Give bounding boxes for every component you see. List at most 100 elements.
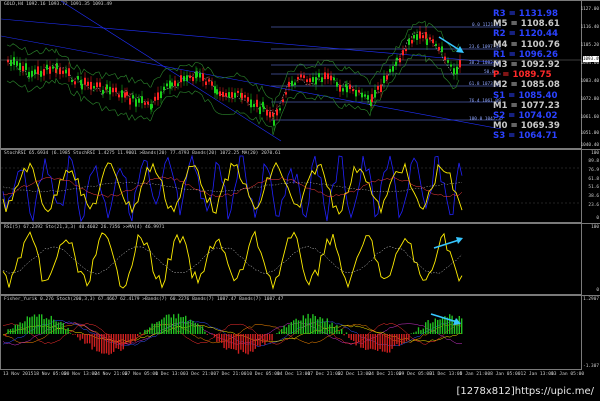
fisher-histogram-bar (389, 334, 391, 353)
stoch-tick: 38.6 (588, 194, 599, 199)
fisher-histogram-bar (326, 318, 328, 334)
fisher-histogram-bar (345, 332, 348, 334)
candle-body (429, 37, 431, 40)
candle-body (196, 72, 198, 77)
fisher-histogram-bar (336, 325, 338, 334)
candle-body (166, 83, 168, 87)
trend-line (60, 1, 282, 142)
stoch-rsi-ma-line (2, 181, 462, 193)
stoch-rsi-pane[interactable]: StochRSI 65.6934 (6.1985 StochRSI 1.4275… (0, 149, 582, 223)
fisher-histogram-bar (341, 328, 343, 334)
fisher-histogram-bar (333, 327, 336, 334)
candle-body (358, 90, 360, 93)
candle-body (157, 92, 159, 100)
pivot-level-label: R1 = 1096.26 (493, 49, 558, 60)
fisher-band-line (2, 321, 463, 346)
fisher-histogram-bar (67, 327, 69, 334)
fisher-histogram-bar (177, 313, 180, 334)
candle-body (253, 103, 255, 107)
candle-body (211, 81, 213, 86)
fisher-scale: 1.2907 -1.307 (582, 295, 600, 370)
candle-body (16, 61, 18, 66)
candle-body (144, 102, 146, 105)
fisher-histogram-bar (206, 334, 208, 335)
fisher-histogram-bar (331, 322, 333, 334)
fisher-histogram-bar (165, 314, 168, 334)
fisher-histogram-bar (451, 315, 453, 334)
candle-body (121, 90, 123, 98)
candle-body (318, 73, 320, 78)
fisher-histogram-bar (134, 334, 136, 342)
fisher-histogram-bar (242, 334, 244, 353)
fisher-histogram-bar (408, 334, 410, 341)
candle-body (19, 62, 21, 71)
fisher-histogram-bar (163, 317, 165, 334)
candle-body (102, 89, 104, 94)
fisher-histogram-bar (374, 334, 376, 350)
candle-body (450, 64, 452, 67)
candle-body (87, 81, 89, 86)
fisher-histogram-bar (221, 334, 223, 343)
fisher-histogram-bar (129, 334, 132, 344)
fisher-histogram-bar (122, 334, 124, 350)
pivot-level-label: P = 1089.75 (493, 70, 552, 81)
time-axis-label: 5 Jan 21:00 (459, 372, 491, 377)
fisher-histogram-bar (324, 321, 326, 334)
fisher-histogram-bar (319, 317, 321, 334)
candle-body (312, 77, 314, 82)
pivot-level-label: S2 = 1074.02 (493, 111, 558, 121)
rsi-scale: 100 0 (582, 223, 600, 295)
time-axis-label: 18 Nov 05:00 (33, 372, 67, 377)
fisher-histogram-bar (379, 334, 381, 350)
candle-body (408, 39, 410, 45)
candle-body (205, 81, 207, 85)
fisher-histogram-bar (33, 314, 36, 334)
stoch-tick: 23.6 (588, 203, 599, 208)
fisher-histogram-bar (137, 334, 139, 337)
fisher-histogram-bar (98, 334, 100, 352)
fisher-pane[interactable]: Fisher_Yurik 0.276 Stoch(200,3,3) 67.466… (0, 295, 582, 370)
candle-body (34, 69, 36, 75)
candle-body (247, 97, 249, 102)
fisher-histogram-bar (173, 314, 175, 334)
fisher-histogram-bar (254, 334, 256, 349)
candle-body (432, 39, 434, 44)
fisher-histogram-bar (285, 327, 288, 334)
fisher-histogram-bar (307, 313, 309, 334)
fisher-histogram-bar (300, 320, 302, 334)
time-axis-label: 7 Dec 21:00 (216, 372, 247, 377)
rsi-line (2, 230, 463, 290)
fisher-histogram-bar (117, 334, 120, 350)
main-price-pane[interactable]: GOLD,H4 1092.16 1093.72 1091.35 1093.49 … (0, 0, 582, 149)
fisher-histogram-bar (329, 324, 331, 334)
fisher-histogram-bar (350, 334, 352, 340)
fisher-histogram-bar (391, 334, 393, 349)
fisher-histogram-bar (261, 334, 264, 343)
candle-body (189, 75, 191, 79)
candle-body (309, 78, 311, 83)
fisher-histogram-bar (108, 334, 110, 355)
rsi-pane[interactable]: RSI(5) 67.2392 Sto(21,3,3) 40.4602 26.73… (0, 223, 582, 295)
rsi-tick: 0 (596, 288, 599, 293)
stoch-tick: 0 (596, 216, 599, 221)
fisher-histogram-bar (235, 334, 237, 351)
candle-body (447, 60, 449, 63)
candle-body (416, 34, 418, 40)
price-tick: 1116.40 (580, 25, 599, 30)
fisher-histogram-bar (69, 333, 72, 334)
fisher-histogram-bar (175, 318, 177, 334)
fisher-histogram-bar (9, 329, 12, 334)
fisher-histogram-bar (84, 334, 86, 344)
fisher-histogram-bar (105, 334, 108, 354)
fisher-histogram-bar (259, 334, 261, 347)
time-axis-label: 12 Jan 13:00 (520, 372, 554, 377)
fisher-histogram-bar (386, 334, 388, 353)
fisher-histogram-bar (48, 319, 50, 334)
fisher-histogram-bar (384, 334, 386, 352)
fisher-histogram-bar (53, 319, 55, 334)
candle-body (411, 40, 413, 44)
fisher-histogram-bar (113, 334, 115, 352)
price-tick: 1127.00 (580, 7, 599, 12)
candle-body (115, 87, 117, 92)
candle-body (124, 92, 126, 98)
